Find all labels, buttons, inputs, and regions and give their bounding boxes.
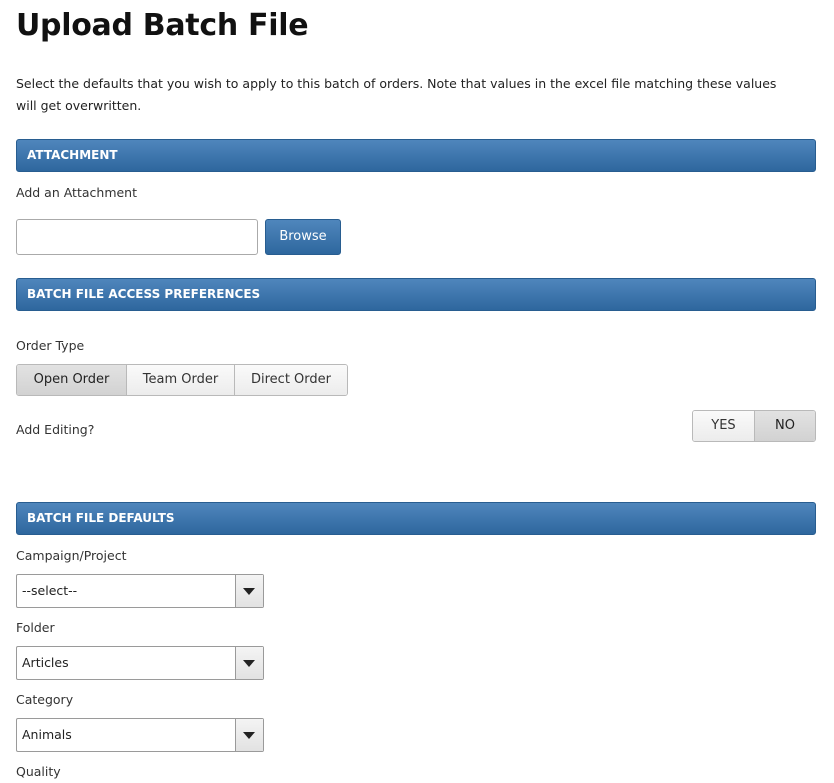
campaign-project-select[interactable]: --select-- (16, 574, 264, 608)
access-preferences-section-header: BATCH FILE ACCESS PREFERENCES (16, 278, 816, 311)
page-title: Upload Batch File (16, 8, 309, 43)
folder-select[interactable]: Articles (16, 646, 264, 680)
order-type-direct-order-button[interactable]: Direct Order (235, 365, 347, 395)
browse-button[interactable]: Browse (265, 219, 341, 255)
category-select[interactable]: Animals (16, 718, 264, 752)
chevron-down-icon[interactable] (235, 647, 263, 679)
attachment-section-header: ATTACHMENT (16, 139, 816, 172)
order-type-label: Order Type (16, 338, 85, 353)
add-attachment-label: Add an Attachment (16, 185, 138, 200)
order-type-team-order-button[interactable]: Team Order (127, 365, 235, 395)
order-type-open-order-button[interactable]: Open Order (17, 365, 127, 395)
batch-defaults-section-header: BATCH FILE DEFAULTS (16, 502, 816, 535)
campaign-project-value: --select-- (22, 583, 78, 598)
folder-label: Folder (16, 620, 55, 635)
chevron-down-icon[interactable] (235, 575, 263, 607)
editing-no-button[interactable]: NO (755, 411, 815, 441)
category-label: Category (16, 692, 74, 707)
attachment-file-input[interactable] (16, 219, 258, 255)
folder-value: Articles (22, 655, 69, 670)
campaign-project-label: Campaign/Project (16, 548, 127, 563)
category-value: Animals (22, 727, 72, 742)
chevron-down-icon[interactable] (235, 719, 263, 751)
order-type-segmented-control: Open Order Team Order Direct Order (16, 364, 348, 396)
add-editing-toggle: YES NO (692, 410, 816, 442)
intro-text: Select the defaults that you wish to app… (16, 76, 777, 113)
add-editing-label: Add Editing? (16, 422, 95, 437)
editing-yes-button[interactable]: YES (693, 411, 755, 441)
quality-label: Quality (16, 764, 61, 779)
